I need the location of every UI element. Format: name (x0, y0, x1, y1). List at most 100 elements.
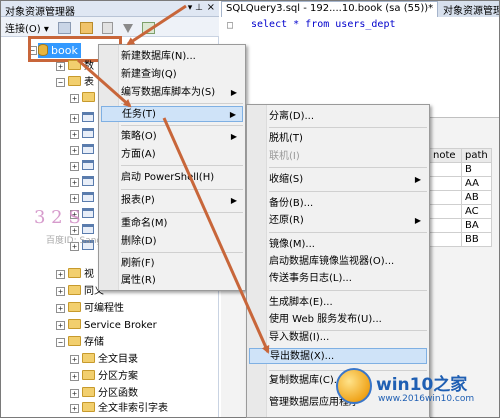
cell[interactable]: B (461, 162, 492, 177)
tree-node-fulltext-catalogs[interactable]: + 全文目录 (70, 353, 138, 367)
menu-item-tasks[interactable]: 任务(T) ▶ (101, 106, 243, 122)
table-row[interactable]: AC (429, 204, 492, 219)
expand-icon[interactable]: + (56, 321, 65, 330)
column-header-note[interactable]: note (429, 148, 462, 163)
table-row[interactable]: BB (429, 232, 492, 247)
menu-item-refresh[interactable]: 刷新(F) (101, 256, 243, 272)
query-editor[interactable]: □ select * from users_dept (221, 17, 499, 117)
cell[interactable] (429, 218, 462, 233)
menu-item-new-database[interactable]: 新建数据库(N)... (101, 49, 243, 65)
filter-icon[interactable] (122, 24, 133, 34)
tree-node-table[interactable]: + (70, 128, 97, 142)
submenu-arrow-icon: ▶ (414, 175, 421, 184)
column-header-path[interactable]: path (461, 148, 492, 163)
table-row[interactable]: BA (429, 218, 492, 233)
folder-icon (68, 319, 81, 329)
submenu-arrow-icon: ▶ (229, 110, 236, 119)
expand-icon[interactable]: + (70, 146, 79, 155)
expand-icon[interactable]: + (70, 372, 79, 381)
menu-item-ship-transaction-logs[interactable]: 传送事务日志(L)... (249, 271, 427, 287)
expand-icon[interactable]: + (70, 389, 79, 398)
tree-node-partition-functions[interactable]: + 分区函数 (70, 387, 138, 401)
tree-node-table[interactable]: + (70, 176, 97, 190)
stop-icon[interactable] (102, 22, 114, 34)
tree-node-service-broker[interactable]: + Service Broker (56, 319, 157, 333)
expand-icon[interactable]: + (56, 270, 65, 279)
menu-item-shrink[interactable]: 收缩(S) ▶ (249, 172, 427, 188)
menu-item-mirror[interactable]: 镜像(M)... (249, 237, 427, 253)
tree-node-table[interactable]: + (70, 92, 98, 106)
table-icon (82, 192, 94, 202)
expand-icon[interactable]: + (70, 404, 79, 413)
collapse-icon[interactable]: − (56, 78, 65, 87)
expand-icon[interactable]: + (70, 194, 79, 203)
results-grid: note path B AA AB AC BA BB (429, 148, 492, 247)
cell[interactable]: AA (461, 176, 492, 191)
menu-item-delete[interactable]: 删除(D) (101, 234, 243, 250)
menu-item-backup[interactable]: 备份(B)... (249, 196, 427, 212)
connect-button[interactable]: 连接(O) ▾ (5, 24, 49, 35)
table-row[interactable]: AA (429, 176, 492, 191)
connect-icon[interactable] (58, 22, 72, 34)
tab-sqlquery3[interactable]: SQLQuery3.sql - 192....10.book (sa (55))… (221, 1, 439, 17)
table-row[interactable]: AB (429, 190, 492, 205)
expand-icon[interactable]: + (56, 304, 65, 313)
disconnect-icon[interactable] (80, 22, 94, 34)
expand-icon[interactable]: + (70, 94, 79, 103)
table-row[interactable]: B (429, 162, 492, 177)
expand-icon[interactable]: + (70, 130, 79, 139)
cell[interactable] (429, 190, 462, 205)
close-icon[interactable]: × (207, 2, 215, 13)
cell[interactable]: BA (461, 218, 492, 233)
folder-icon (68, 285, 81, 295)
tree-node-tables[interactable]: − 表 (56, 76, 94, 90)
tree-node-synonyms[interactable]: + 同义 (56, 285, 104, 299)
tree-node-table[interactable]: + (70, 112, 97, 126)
tree-node-db-diagrams[interactable]: + 数 (56, 60, 94, 74)
tree-node-storage[interactable]: − 存储 (56, 336, 104, 350)
menu-item-detach[interactable]: 分离(D)... (249, 109, 427, 125)
expand-icon[interactable]: + (70, 114, 79, 123)
tab-object-explorer[interactable]: 对象资源管理 (439, 1, 499, 17)
cell[interactable] (429, 232, 462, 247)
tree-node-table[interactable]: + (70, 144, 97, 158)
code-line[interactable]: select * from users_dept (251, 19, 396, 30)
menu-item-facets[interactable]: 方面(A) (101, 147, 243, 163)
menu-item-policies[interactable]: 策略(O) ▶ (101, 129, 243, 145)
tree-node-partition-schemes[interactable]: + 分区方案 (70, 370, 138, 384)
menu-item-launch-mirroring-monitor[interactable]: 启动数据库镜像监视器(O)... (249, 254, 427, 270)
menu-item-take-offline[interactable]: 脱机(T) (249, 131, 427, 147)
outline-marker: □ (227, 20, 234, 31)
cell[interactable]: AC (461, 204, 492, 219)
menu-item-export-data[interactable]: 导出数据(X)... (249, 348, 427, 364)
cell[interactable]: AB (461, 190, 492, 205)
menu-item-restore[interactable]: 还原(R) ▶ (249, 213, 427, 229)
expand-icon[interactable]: + (70, 178, 79, 187)
object-explorer-title: 对象资源管理器 (5, 7, 75, 17)
expand-icon[interactable]: + (56, 62, 65, 71)
menu-item-properties[interactable]: 属性(R) (101, 273, 243, 289)
tree-node-programmability[interactable]: + 可编程性 (56, 302, 124, 316)
menu-item-start-powershell[interactable]: 启动 PowerShell(H) (101, 170, 243, 186)
cell[interactable]: BB (461, 232, 492, 247)
menu-item-generate-scripts[interactable]: 生成脚本(E)... (249, 295, 427, 311)
cell[interactable] (429, 162, 462, 177)
menu-item-rename[interactable]: 重命名(M) (101, 216, 243, 232)
cell[interactable] (429, 204, 462, 219)
expand-icon[interactable]: + (56, 287, 65, 296)
menu-item-script-database[interactable]: 编写数据库脚本为(S) ▶ (101, 85, 243, 101)
refresh-icon[interactable] (141, 22, 155, 34)
menu-item-new-query[interactable]: 新建查询(Q) (101, 67, 243, 83)
menu-item-publish-web-service[interactable]: 使用 Web 服务发布(U)... (249, 312, 427, 328)
tree-node-fulltext-stoplists[interactable]: + 全文非索引字表 (70, 402, 168, 416)
tree-node-table[interactable]: + (70, 192, 97, 206)
expand-icon[interactable]: + (70, 355, 79, 364)
menu-item-reports[interactable]: 报表(P) ▶ (101, 193, 243, 209)
pin-icon[interactable]: ▾ ⊥ (188, 3, 203, 13)
tree-node-table[interactable]: + (70, 160, 97, 174)
collapse-icon[interactable]: − (56, 338, 65, 347)
cell[interactable] (429, 176, 462, 191)
tree-node-views[interactable]: + 视 (56, 268, 94, 282)
menu-item-import-data[interactable]: 导入数据(I)... (249, 330, 427, 346)
expand-icon[interactable]: + (70, 162, 79, 171)
